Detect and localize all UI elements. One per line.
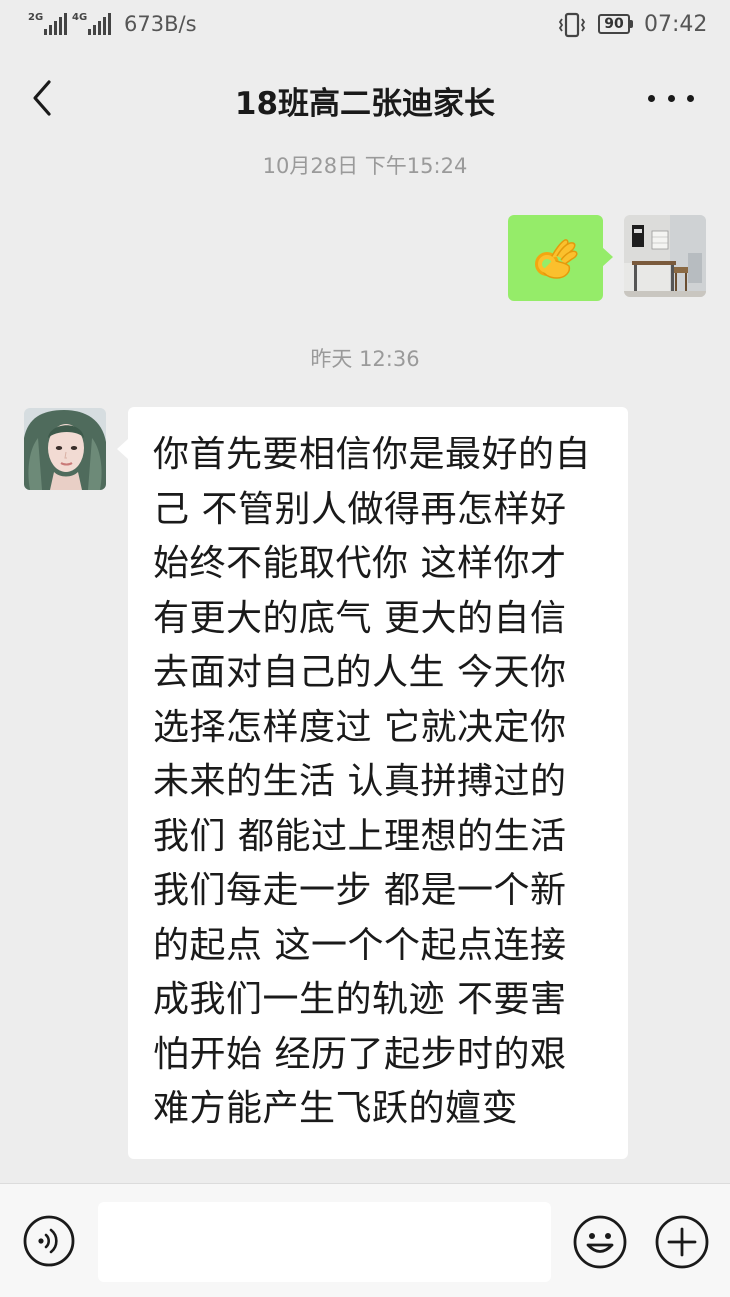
more-dot (667, 94, 675, 102)
message-line: 成我们一生的轨迹 不要害 (153, 979, 567, 1020)
signal-2g-label: 2G (28, 12, 44, 23)
message-input[interactable] (98, 1202, 551, 1282)
voice-icon (23, 1215, 75, 1267)
emoji-button[interactable] (572, 1214, 628, 1270)
sent-message-bubble[interactable] (508, 215, 613, 301)
message-line: 我们 都能过上理想的生活 (153, 815, 567, 857)
battery-level: 90 (604, 16, 624, 32)
net-speed: 673B/s (124, 12, 197, 36)
plus-circle-icon (655, 1215, 709, 1269)
battery-icon: 90 (598, 14, 633, 34)
signal-4g-label: 4G (72, 12, 88, 23)
message-line: 的起点 这一个个起点连接 (153, 924, 567, 966)
message-line: 去面对自己的人生 今天你 (153, 652, 567, 693)
avatar-portrait-image (24, 408, 106, 490)
chat-input-bar (0, 1183, 730, 1297)
message-line: 始终不能取代你 这样你才 (153, 543, 567, 584)
avatar-room-image (624, 215, 706, 297)
chat-header: 18班高二张迪家长 (0, 60, 730, 138)
message-line: 己 不管别人做得再怎样好 (153, 488, 567, 530)
message-line: 难方能产生飞跃的嬗变 (153, 1088, 519, 1129)
message-line: 怕开始 经历了起步时的艰 (153, 1033, 567, 1075)
signal-4g-icon: 4G (72, 13, 113, 35)
self-avatar[interactable] (624, 215, 706, 297)
more-dots-icon (648, 94, 655, 102)
signal-2g-icon: 2G (28, 13, 69, 35)
message-line: 我们每走一步 都是一个新 (153, 870, 567, 911)
more-dot (687, 94, 694, 102)
smiley-icon (573, 1215, 627, 1269)
status-clock: 07:42 (644, 12, 708, 37)
received-message-bubble[interactable]: 你首先要相信你是最好的自 己 不管别人做得再怎样好 始终不能取代你 这样你才 有… (117, 407, 628, 1159)
more-options-button[interactable] (648, 80, 694, 116)
received-message-text: 你首先要相信你是最好的自 己 不管别人做得再怎样好 始终不能取代你 这样你才 有… (153, 428, 628, 1137)
message-line: 未来的生活 认真拼搏过的 (153, 761, 567, 802)
status-bar: 2G 4G 673B/s 90 07:42 (0, 0, 730, 50)
chat-title: 18班高二张迪家长 (234, 86, 496, 122)
message-line: 有更大的底气 更大的自信 (153, 597, 567, 639)
contact-avatar[interactable] (24, 408, 106, 490)
more-functions-button[interactable] (654, 1214, 710, 1270)
vibrate-icon (558, 12, 586, 38)
message-line: 选择怎样度过 它就决定你 (153, 706, 567, 748)
message-line: 你首先要相信你是最好的自 (153, 434, 592, 475)
ok-hand-emoji-icon (534, 239, 578, 279)
message-timestamp: 10月28日 下午15:24 (262, 154, 468, 178)
message-timestamp: 昨天 12:36 (310, 347, 420, 371)
voice-input-button[interactable] (22, 1214, 76, 1268)
